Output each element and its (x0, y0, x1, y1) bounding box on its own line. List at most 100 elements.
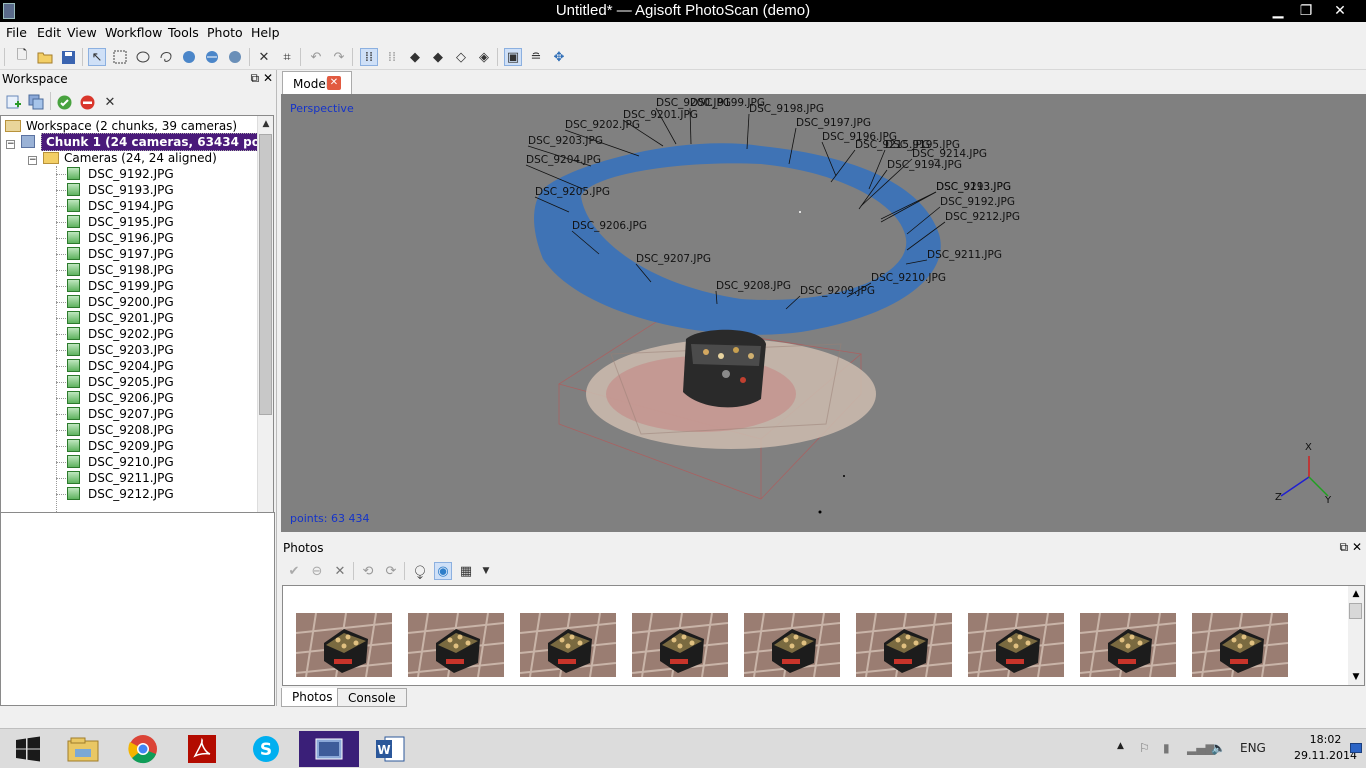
delete-selection-icon[interactable]: ✕ (255, 48, 273, 66)
tab-photos[interactable]: Photos (281, 688, 344, 707)
photo-thumbnail[interactable] (296, 613, 392, 677)
view-mode-dropdown-icon[interactable]: ▼ (477, 562, 495, 580)
maximize-button[interactable]: ❐ (1292, 0, 1320, 22)
photo-thumbnail[interactable] (632, 613, 728, 677)
show-desktop-icon[interactable] (1350, 743, 1362, 753)
camera-item[interactable]: DSC_9199.JPG (67, 278, 174, 294)
camera-item[interactable]: DSC_9198.JPG (67, 262, 174, 278)
crop-selection-icon[interactable]: ⌗ (278, 48, 296, 66)
enable-icon[interactable]: ✔ (285, 562, 303, 580)
show-images-icon[interactable]: ◉ (434, 562, 452, 580)
redo-icon[interactable]: ↷ (330, 48, 348, 66)
acrobat-icon[interactable] (174, 731, 230, 767)
filter-icon[interactable]: ⧬ (411, 562, 429, 580)
wireframe-icon[interactable]: ◇ (452, 48, 470, 66)
float-icon[interactable]: ⧉ (251, 71, 260, 85)
camera-item[interactable]: DSC_9202.JPG (67, 326, 174, 342)
photo-thumbnail[interactable] (408, 613, 504, 677)
camera-item[interactable]: DSC_9204.JPG (67, 358, 174, 374)
camera-item[interactable]: DSC_9208.JPG (67, 422, 174, 438)
navigation-icon[interactable]: ↖ (88, 48, 106, 66)
remove-icon[interactable]: ✕ (101, 93, 119, 111)
camera-item[interactable]: DSC_9194.JPG (67, 198, 174, 214)
view-mode-icon[interactable]: ▦ (457, 562, 475, 580)
camera-item[interactable]: DSC_9206.JPG (67, 390, 174, 406)
save-icon[interactable] (59, 48, 77, 66)
camera-item[interactable]: DSC_9200.JPG (67, 294, 174, 310)
menu-file[interactable]: File (6, 25, 27, 40)
add-chunk-icon[interactable] (4, 93, 22, 111)
rotate-left-icon[interactable]: ⟲ (359, 562, 377, 580)
new-icon[interactable]: 🗋 (13, 48, 31, 66)
camera-item[interactable]: DSC_9212.JPG (67, 486, 174, 502)
camera-item[interactable]: DSC_9197.JPG (67, 246, 174, 262)
close-pane-icon[interactable]: ✕ (263, 71, 273, 85)
menu-help[interactable]: Help (251, 25, 280, 40)
rotate-object-icon[interactable] (203, 48, 221, 66)
close-pane-icon[interactable]: ✕ (1352, 540, 1362, 554)
free-select-icon[interactable] (157, 48, 175, 66)
file-explorer-icon[interactable] (55, 731, 111, 767)
camera-item[interactable]: DSC_9209.JPG (67, 438, 174, 454)
photo-thumbnail[interactable] (520, 613, 616, 677)
photoscan-taskbar-icon[interactable] (299, 731, 359, 767)
camera-item[interactable]: DSC_9207.JPG (67, 406, 174, 422)
power-icon[interactable]: ▮ (1163, 741, 1170, 755)
menu-photo[interactable]: Photo (207, 25, 243, 40)
chunk-item[interactable]: − Chunk 1 (24 cameras, 63434 points) (6, 133, 273, 151)
menu-view[interactable]: View (67, 25, 97, 40)
dense-cloud-icon[interactable]: ⁞⁞ (383, 48, 401, 66)
word-icon[interactable]: W (362, 731, 418, 767)
action-center-icon[interactable]: ⚐ (1139, 741, 1150, 755)
photo-thumbnail[interactable] (744, 613, 840, 677)
camera-item[interactable]: DSC_9210.JPG (67, 454, 174, 470)
chrome-icon[interactable] (115, 731, 171, 767)
tree-scrollbar[interactable]: ▲ ▼ (257, 116, 273, 575)
disable-icon[interactable] (78, 93, 96, 111)
solid-icon[interactable]: ◆ (429, 48, 447, 66)
volume-icon[interactable]: 🔈 (1211, 741, 1226, 755)
reset-view-icon[interactable]: ✥ (550, 48, 568, 66)
photo-thumbnail[interactable] (1080, 613, 1176, 677)
scroll-up-icon[interactable]: ▲ (258, 116, 273, 132)
language-indicator[interactable]: ENG (1240, 741, 1266, 755)
rect-select-icon[interactable] (111, 48, 129, 66)
float-icon[interactable]: ⧉ (1340, 540, 1349, 554)
textured-icon[interactable]: ◈ (475, 48, 493, 66)
photo-thumbnail[interactable] (968, 613, 1064, 677)
close-button[interactable]: ✕ (1326, 0, 1354, 22)
scroll-up-icon[interactable]: ▲ (1348, 586, 1364, 602)
collapse-icon[interactable]: − (28, 156, 37, 165)
cameras-folder[interactable]: − Cameras (24, 24 aligned) (28, 150, 217, 166)
scroll-thumb[interactable] (259, 134, 272, 415)
menu-edit[interactable]: Edit (37, 25, 61, 40)
camera-item[interactable]: DSC_9195.JPG (67, 214, 174, 230)
photo-thumbnail[interactable] (1192, 613, 1288, 677)
rotate-right-icon[interactable]: ⟳ (382, 562, 400, 580)
circle-select-icon[interactable] (134, 48, 152, 66)
tab-model[interactable]: Model ✕ (282, 71, 352, 94)
skype-icon[interactable]: S (238, 731, 294, 767)
add-photos-icon[interactable] (27, 93, 45, 111)
start-button[interactable] (0, 731, 56, 767)
show-cameras-icon[interactable]: ▣ (504, 48, 522, 66)
close-tab-icon[interactable]: ✕ (327, 76, 341, 90)
camera-item[interactable]: DSC_9203.JPG (67, 342, 174, 358)
tab-console[interactable]: Console (337, 688, 407, 707)
scroll-thumb[interactable] (1349, 603, 1362, 619)
menu-workflow[interactable]: Workflow (105, 25, 162, 40)
enable-icon[interactable] (55, 93, 73, 111)
camera-item[interactable]: DSC_9205.JPG (67, 374, 174, 390)
show-hidden-icons[interactable]: ▲ (1117, 741, 1124, 751)
photos-scrollbar[interactable]: ▲ ▼ (1348, 586, 1364, 685)
remove-icon[interactable]: ✕ (331, 562, 349, 580)
scroll-down-icon[interactable]: ▼ (1348, 669, 1364, 685)
camera-item[interactable]: DSC_9201.JPG (67, 310, 174, 326)
camera-item[interactable]: DSC_9192.JPG (67, 166, 174, 182)
workspace-root[interactable]: Workspace (2 chunks, 39 cameras) (5, 118, 237, 134)
disable-icon[interactable]: ⊖ (308, 562, 326, 580)
shaded-icon[interactable]: ◆ (406, 48, 424, 66)
show-region-icon[interactable]: ≘ (527, 48, 545, 66)
camera-item[interactable]: DSC_9196.JPG (67, 230, 174, 246)
photo-thumbnail[interactable] (856, 613, 952, 677)
